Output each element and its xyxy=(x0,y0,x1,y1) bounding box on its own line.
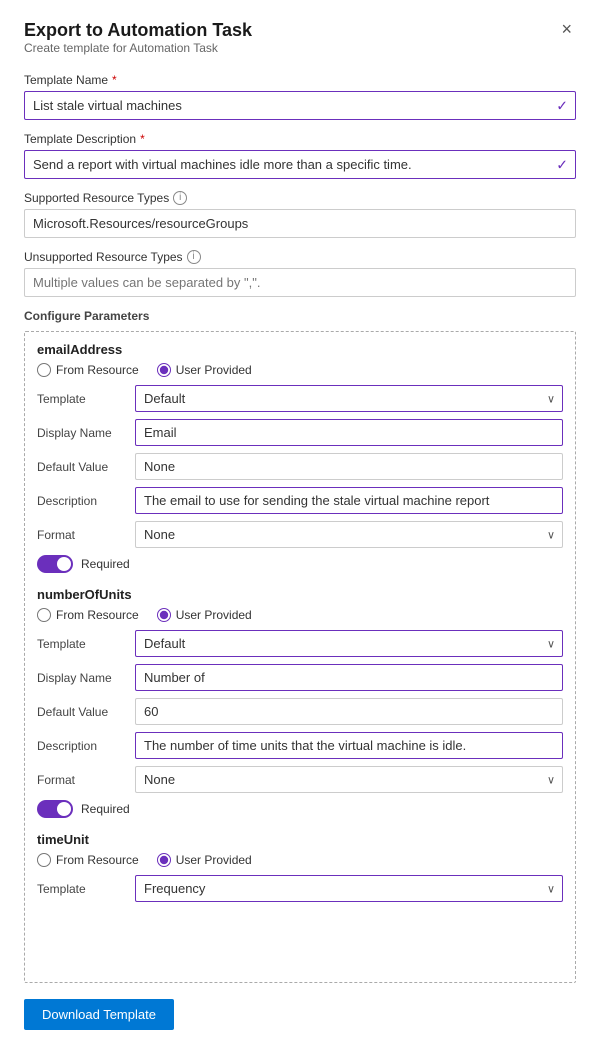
email-user-provided-option[interactable]: User Provided xyxy=(157,363,252,377)
email-default-value-input[interactable] xyxy=(135,453,563,480)
email-user-provided-radio[interactable] xyxy=(157,363,171,377)
time-user-provided-radio[interactable] xyxy=(157,853,171,867)
email-template-select[interactable]: Default xyxy=(135,385,563,412)
params-section: emailAddress From Resource User Provided… xyxy=(24,331,576,983)
number-description-label: Description xyxy=(37,739,127,753)
number-required-label: Required xyxy=(81,802,130,816)
number-user-provided-option[interactable]: User Provided xyxy=(157,608,252,622)
email-template-row: Template Default xyxy=(37,385,563,412)
number-toggle-knob xyxy=(57,802,71,816)
email-param-block: emailAddress From Resource User Provided… xyxy=(37,342,563,573)
close-button[interactable]: × xyxy=(557,20,576,38)
number-required-toggle[interactable] xyxy=(37,800,73,818)
required-star: * xyxy=(112,73,117,87)
email-format-label: Format xyxy=(37,528,127,542)
time-param-title: timeUnit xyxy=(37,832,563,847)
email-display-name-row: Display Name xyxy=(37,419,563,446)
bottom-bar: Download Template xyxy=(24,999,576,1030)
number-format-label: Format xyxy=(37,773,127,787)
number-user-provided-radio[interactable] xyxy=(157,608,171,622)
number-radio-row: From Resource User Provided xyxy=(37,608,563,622)
supported-types-input[interactable] xyxy=(24,209,576,238)
unsupported-types-info-icon[interactable]: i xyxy=(187,250,201,264)
number-format-select[interactable]: None xyxy=(135,766,563,793)
number-default-value-input[interactable] xyxy=(135,698,563,725)
email-template-label: Template xyxy=(37,392,127,406)
email-default-value-label: Default Value xyxy=(37,460,127,474)
template-desc-label: Template Description * xyxy=(24,132,576,146)
check-mark-icon: ✓ xyxy=(556,97,568,114)
required-star-desc: * xyxy=(140,132,145,146)
email-required-label: Required xyxy=(81,557,130,571)
email-display-name-input[interactable] xyxy=(135,419,563,446)
number-template-row: Template Default xyxy=(37,630,563,657)
number-from-resource-radio[interactable] xyxy=(37,608,51,622)
number-from-resource-option[interactable]: From Resource xyxy=(37,608,139,622)
email-required-toggle[interactable] xyxy=(37,555,73,573)
number-template-select[interactable]: Default xyxy=(135,630,563,657)
template-desc-input[interactable] xyxy=(24,150,576,179)
download-template-button[interactable]: Download Template xyxy=(24,999,174,1030)
number-display-name-input[interactable] xyxy=(135,664,563,691)
template-name-input[interactable] xyxy=(24,91,576,120)
number-param-block: numberOfUnits From Resource User Provide… xyxy=(37,587,563,818)
template-name-label: Template Name * xyxy=(24,73,576,87)
configure-params-label: Configure Parameters xyxy=(24,309,576,323)
time-template-select[interactable]: Frequency xyxy=(135,875,563,902)
number-display-name-row: Display Name xyxy=(37,664,563,691)
email-from-resource-radio[interactable] xyxy=(37,363,51,377)
email-param-title: emailAddress xyxy=(37,342,563,357)
email-format-row: Format None xyxy=(37,521,563,548)
dialog-subtitle: Create template for Automation Task xyxy=(24,41,252,55)
email-format-select[interactable]: None xyxy=(135,521,563,548)
email-required-row: Required xyxy=(37,555,563,573)
unsupported-types-label: Unsupported Resource Types i xyxy=(24,250,576,264)
email-default-value-row: Default Value xyxy=(37,453,563,480)
number-description-input[interactable] xyxy=(135,732,563,759)
number-display-name-label: Display Name xyxy=(37,671,127,685)
number-default-value-row: Default Value xyxy=(37,698,563,725)
email-radio-row: From Resource User Provided xyxy=(37,363,563,377)
email-description-input[interactable] xyxy=(135,487,563,514)
time-radio-row: From Resource User Provided xyxy=(37,853,563,867)
supported-types-label: Supported Resource Types i xyxy=(24,191,576,205)
number-description-row: Description xyxy=(37,732,563,759)
number-format-row: Format None xyxy=(37,766,563,793)
check-mark-desc-icon: ✓ xyxy=(556,156,568,173)
supported-types-info-icon[interactable]: i xyxy=(173,191,187,205)
email-description-label: Description xyxy=(37,494,127,508)
time-template-label: Template xyxy=(37,882,127,896)
time-from-resource-option[interactable]: From Resource xyxy=(37,853,139,867)
number-default-value-label: Default Value xyxy=(37,705,127,719)
email-description-row: Description xyxy=(37,487,563,514)
email-from-resource-option[interactable]: From Resource xyxy=(37,363,139,377)
time-from-resource-radio[interactable] xyxy=(37,853,51,867)
number-required-row: Required xyxy=(37,800,563,818)
unsupported-types-input[interactable] xyxy=(24,268,576,297)
dialog-title: Export to Automation Task xyxy=(24,20,252,41)
email-toggle-knob xyxy=(57,557,71,571)
time-user-provided-option[interactable]: User Provided xyxy=(157,853,252,867)
time-param-block: timeUnit From Resource User Provided Tem… xyxy=(37,832,563,902)
email-display-name-label: Display Name xyxy=(37,426,127,440)
number-param-title: numberOfUnits xyxy=(37,587,563,602)
number-template-label: Template xyxy=(37,637,127,651)
time-template-row: Template Frequency xyxy=(37,875,563,902)
